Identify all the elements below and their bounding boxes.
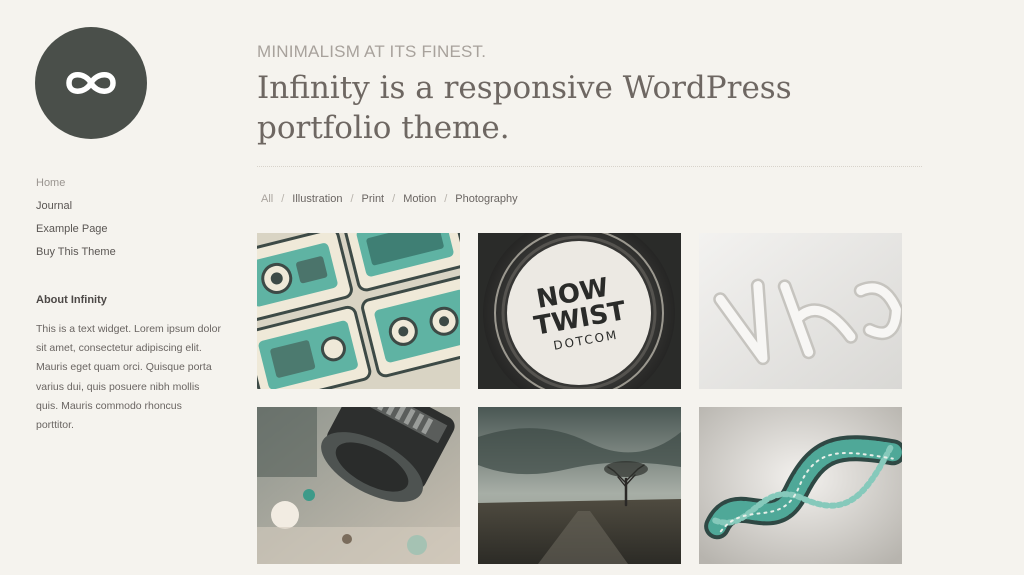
portfolio-filter: All / Illustration / Print / Motion / Photograph… [261,193,518,205]
filter-motion[interactable]: Motion [403,193,436,205]
filter-photography[interactable]: Photography [455,193,517,205]
main-navigation: Home Journal Example Page Buy This Theme [36,172,116,264]
thumbnail-image [699,407,902,564]
page-headline: Infinity is a responsive WordPress portf… [257,70,792,146]
widget-text: This is a text widget. Lorem ipsum dolor… [36,323,221,432]
infinity-icon [66,72,116,94]
nav-item-buy-this-theme[interactable]: Buy This Theme [36,241,116,264]
portfolio-item-camera-lens-closeup[interactable] [257,407,460,564]
tagline: MINIMALISM AT ITS FINEST. [257,42,487,61]
nav-item-example-page[interactable]: Example Page [36,218,116,241]
nav-item-journal[interactable]: Journal [36,195,116,218]
filter-print[interactable]: Print [362,193,385,205]
filter-separator: / [281,193,285,205]
thumbnail-image [699,233,902,389]
thumbnail-image [257,407,460,564]
thumbnail-image [257,233,460,389]
portfolio-item-teal-twisted-sculpture[interactable] [699,407,902,564]
filter-all[interactable]: All [261,193,273,205]
thumbnail-image: NOW TWIST DOTCOM [478,233,681,389]
filter-illustration[interactable]: Illustration [292,193,342,205]
portfolio-item-teal-radio-illustration[interactable] [257,233,460,389]
portfolio-item-now-twist-badge[interactable]: NOW TWIST DOTCOM [478,233,681,389]
thumbnail-image [478,407,681,564]
nav-item-home[interactable]: Home [36,172,116,195]
widget-title: About Infinity [36,294,107,306]
filter-separator: / [392,193,396,205]
filter-separator: / [350,193,354,205]
filter-separator: / [444,193,448,205]
header-divider [257,166,922,167]
portfolio-item-embossed-white-letters[interactable] [699,233,902,389]
about-widget: About Infinity This is a text widget. Lo… [36,294,221,435]
portfolio-item-lone-tree-landscape[interactable] [478,407,681,564]
site-logo[interactable] [35,27,147,139]
